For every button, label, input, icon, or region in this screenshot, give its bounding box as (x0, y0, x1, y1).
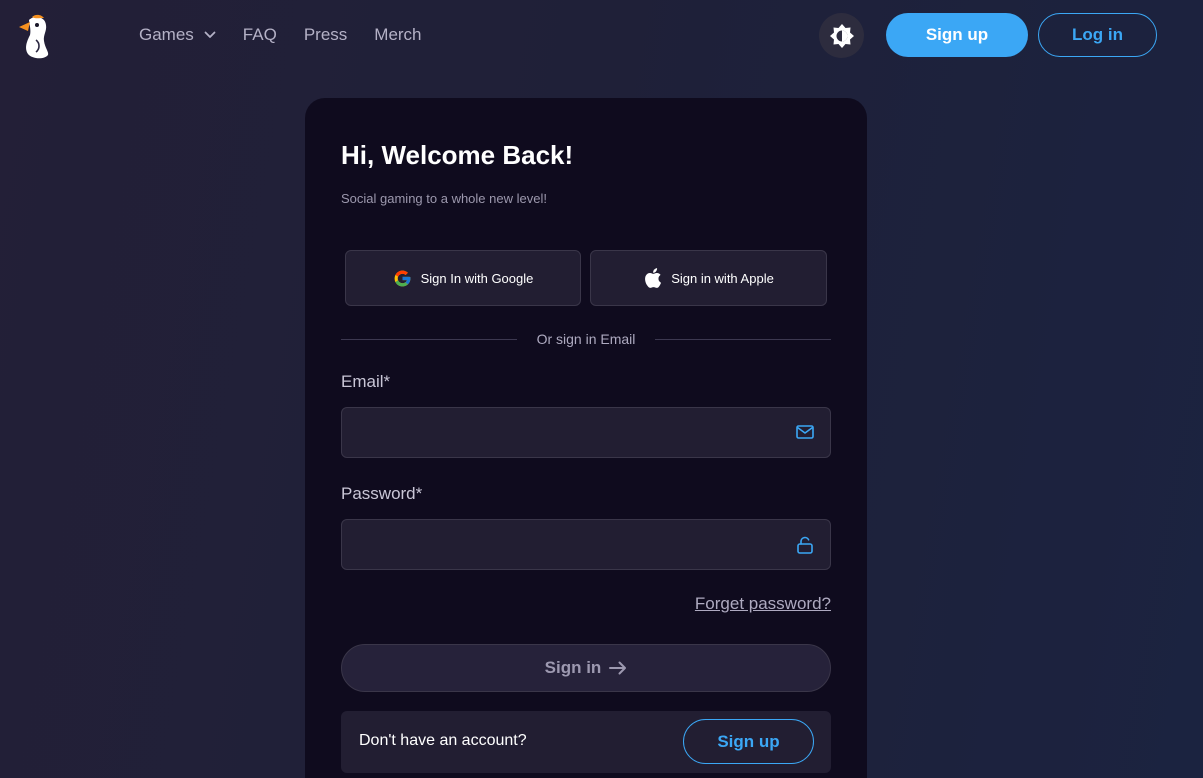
nav-item-games[interactable]: Games (139, 24, 216, 46)
signin-button-label: Sign in (544, 658, 602, 677)
card-signup-button[interactable]: Sign up (683, 719, 814, 764)
arrow-right-icon (609, 661, 627, 675)
email-label: Email* (341, 372, 391, 391)
password-label: Password* (341, 484, 423, 503)
google-icon (393, 269, 412, 288)
header-login-button[interactable]: Log in (1038, 13, 1157, 57)
top-navigation-bar: Games FAQ Press Merch Sign up Log in (0, 0, 1203, 70)
signin-button[interactable]: Sign in (341, 644, 831, 692)
mail-icon (796, 424, 814, 440)
nav-item-merch[interactable]: Merch (374, 24, 421, 46)
no-account-text: Don't have an account? (359, 732, 527, 749)
email-field-wrapper (341, 407, 831, 458)
apple-signin-label: Sign in with Apple (671, 270, 774, 286)
brightness-icon (829, 23, 855, 49)
login-card: Hi, Welcome Back! Social gaming to a who… (305, 98, 867, 778)
bird-logo-icon[interactable] (18, 14, 52, 60)
nav-item-faq[interactable]: FAQ (243, 24, 277, 46)
email-field[interactable] (342, 408, 830, 457)
main-nav: Games FAQ Press Merch (139, 24, 449, 46)
divider-line-right (655, 339, 831, 340)
header-signup-button[interactable]: Sign up (886, 13, 1028, 57)
page-subtitle: Social gaming to a whole new level! (341, 191, 547, 206)
chevron-down-icon (204, 31, 216, 39)
password-field[interactable] (342, 520, 830, 569)
google-signin-label: Sign In with Google (420, 270, 534, 286)
forgot-password-link[interactable]: Forget password? (695, 594, 831, 614)
apple-icon (643, 267, 662, 289)
no-account-panel: Don't have an account? Sign up (341, 711, 831, 773)
nav-games-label: Games (139, 25, 194, 44)
google-signin-button[interactable]: Sign In with Google (345, 250, 581, 306)
unlock-icon (796, 536, 814, 554)
password-field-wrapper (341, 519, 831, 570)
apple-signin-button[interactable]: Sign in with Apple (590, 250, 827, 306)
theme-toggle-button[interactable] (819, 13, 864, 58)
nav-item-press[interactable]: Press (304, 24, 347, 46)
page-title: Hi, Welcome Back! (341, 140, 574, 170)
email-divider: Or sign in Email (341, 330, 831, 348)
